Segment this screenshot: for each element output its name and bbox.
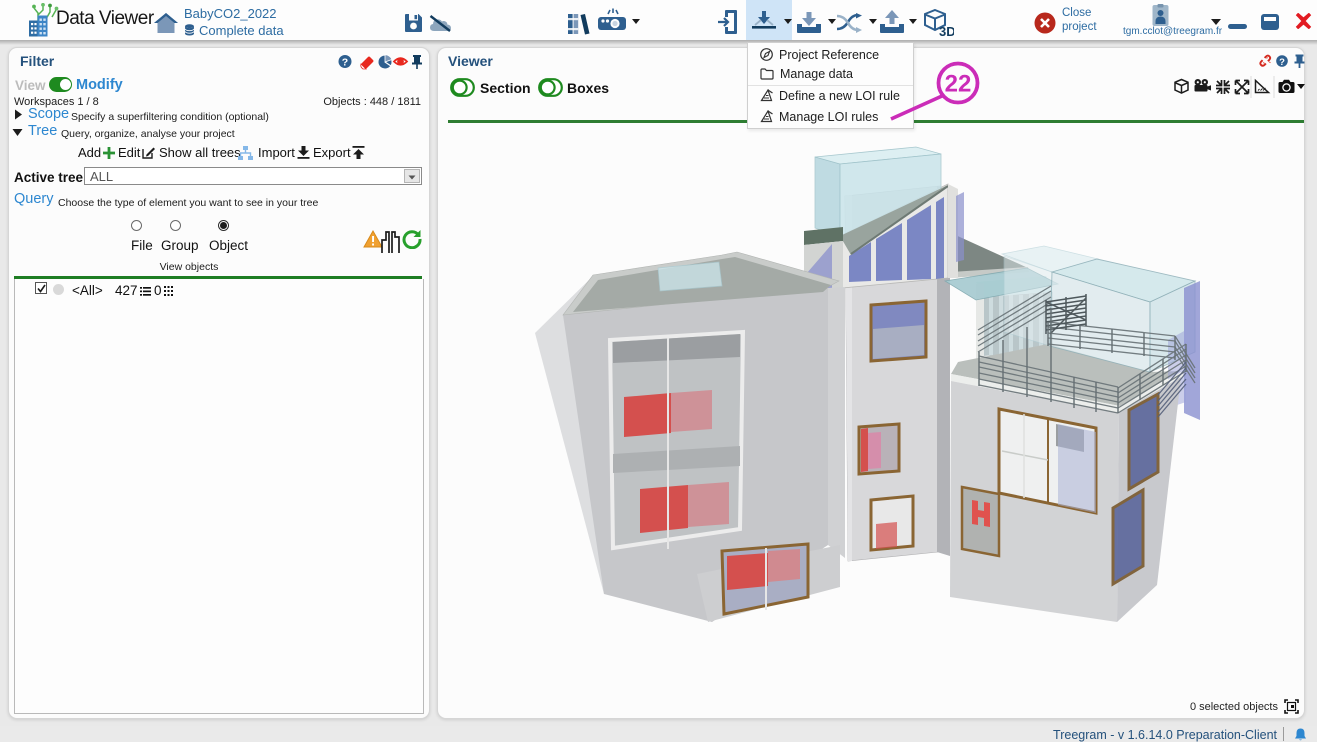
svg-text:22: 22 [945, 71, 972, 98]
svg-text:3D: 3D [939, 24, 954, 37]
